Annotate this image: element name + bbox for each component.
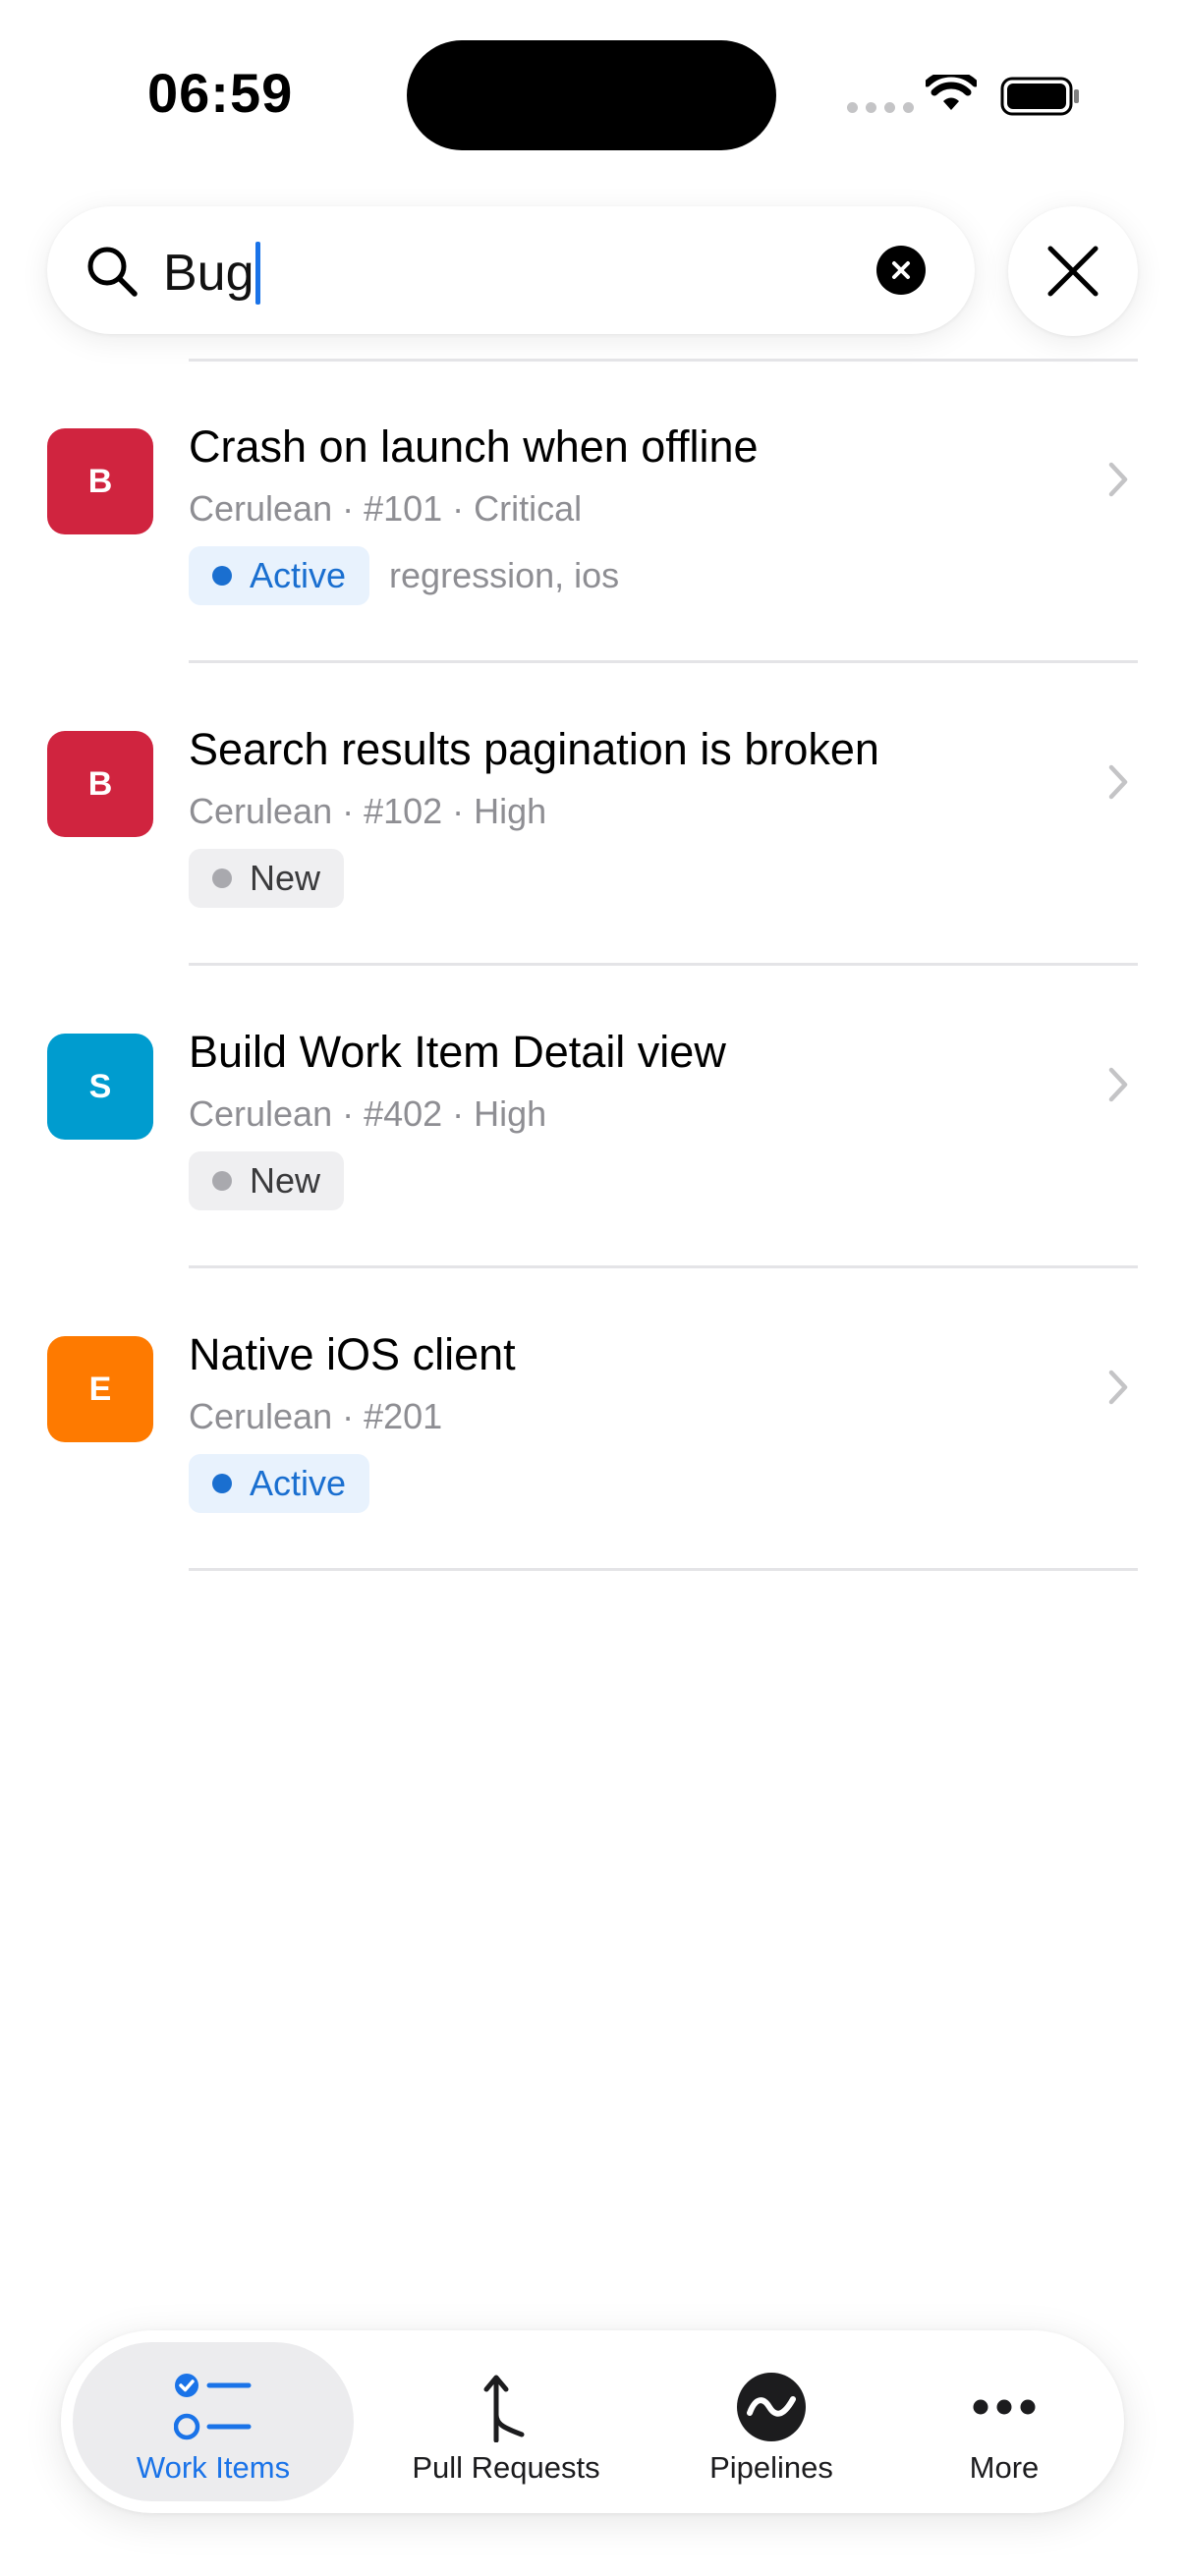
work-item-row[interactable]: B Search results pagination is broken Ceru… (0, 664, 1185, 959)
work-item-title: Native iOS client (189, 1329, 516, 1379)
status-label: New (250, 1160, 321, 1201)
clear-icon (892, 261, 910, 279)
more-icon (972, 2370, 1037, 2444)
chevron-right-icon (1108, 462, 1128, 497)
clear-search-button[interactable] (876, 246, 926, 295)
list-divider (189, 963, 1138, 966)
status-badge: Active (189, 1454, 370, 1513)
status-dot-icon (212, 1171, 232, 1191)
close-icon (1047, 246, 1099, 297)
chevron-right-icon (1108, 1370, 1128, 1405)
chevron-right-icon (1108, 764, 1128, 800)
work-item-meta: Cerulean · #402 · High (189, 1093, 547, 1134)
tab-work-items[interactable]: Work Items (73, 2342, 354, 2501)
search-bar[interactable]: Bug (47, 206, 975, 334)
work-item-type-avatar: B (47, 428, 153, 534)
work-item-badges: New (189, 849, 345, 908)
status-dot-icon (212, 868, 232, 888)
dynamic-island (407, 40, 776, 150)
pipelines-icon (736, 2370, 807, 2444)
work-item-title: Crash on launch when offline (189, 421, 759, 472)
status-badge: Active (189, 546, 370, 605)
list-divider (189, 660, 1138, 663)
work-item-badges: Active (189, 1454, 370, 1513)
work-item-tags: regression, ios (389, 555, 620, 595)
status-label: Active (250, 555, 347, 595)
work-item-meta: Cerulean · #102 · High (189, 791, 547, 831)
tab-label: Pull Requests (412, 2450, 600, 2485)
work-item-row[interactable]: B Crash on launch when offline Cerulean · … (0, 362, 1185, 656)
work-item-meta: Cerulean · #201 (189, 1396, 443, 1436)
text-cursor (254, 242, 260, 305)
work-item-type-avatar: S (47, 1034, 153, 1140)
tab-label: More (969, 2450, 1040, 2485)
close-search-button[interactable] (1008, 206, 1138, 336)
work-item-type-avatar: E (47, 1336, 153, 1442)
pull-request-icon (482, 2370, 530, 2444)
status-badge: New (189, 1151, 345, 1210)
status-bar: 06:59 (0, 0, 1185, 187)
wifi-icon (924, 70, 979, 117)
work-item-meta: Cerulean · #101 · Critical (189, 488, 583, 529)
work-item-title: Build Work Item Detail view (189, 1027, 726, 1077)
work-item-row[interactable]: S Build Work Item Detail view Cerulean · #… (0, 967, 1185, 1261)
work-item-type-avatar: B (47, 731, 153, 837)
tab-label: Pipelines (709, 2450, 833, 2485)
tab-more[interactable]: More (896, 2342, 1112, 2501)
work-item-badges: New (189, 1151, 345, 1210)
work-items-icon (174, 2370, 253, 2444)
list-divider (189, 1265, 1138, 1268)
status-label: New (250, 858, 321, 898)
list-divider (189, 1568, 1138, 1571)
tab-bar: Work Items Pull Requests Pipelines More (61, 2330, 1124, 2513)
work-item-title: Search results pagination is broken (189, 724, 879, 774)
cellular-signal-icon (847, 102, 914, 113)
tab-pipelines[interactable]: Pipelines (658, 2342, 884, 2501)
chevron-right-icon (1108, 1067, 1128, 1102)
search-input[interactable]: Bug (163, 242, 260, 305)
status-dot-icon (212, 566, 232, 586)
status-time: 06:59 (147, 62, 294, 124)
work-item-badges: Active regression, ios (189, 546, 619, 605)
tab-label: Work Items (136, 2450, 291, 2485)
status-dot-icon (212, 1474, 232, 1493)
status-badge: New (189, 849, 345, 908)
work-item-row[interactable]: E Native iOS client Cerulean · #201 Active (0, 1269, 1185, 1564)
battery-icon (1000, 77, 1081, 121)
search-icon (85, 244, 140, 304)
tab-pull-requests[interactable]: Pull Requests (366, 2342, 647, 2501)
status-label: Active (250, 1463, 347, 1503)
search-input-text: Bug (163, 245, 254, 302)
